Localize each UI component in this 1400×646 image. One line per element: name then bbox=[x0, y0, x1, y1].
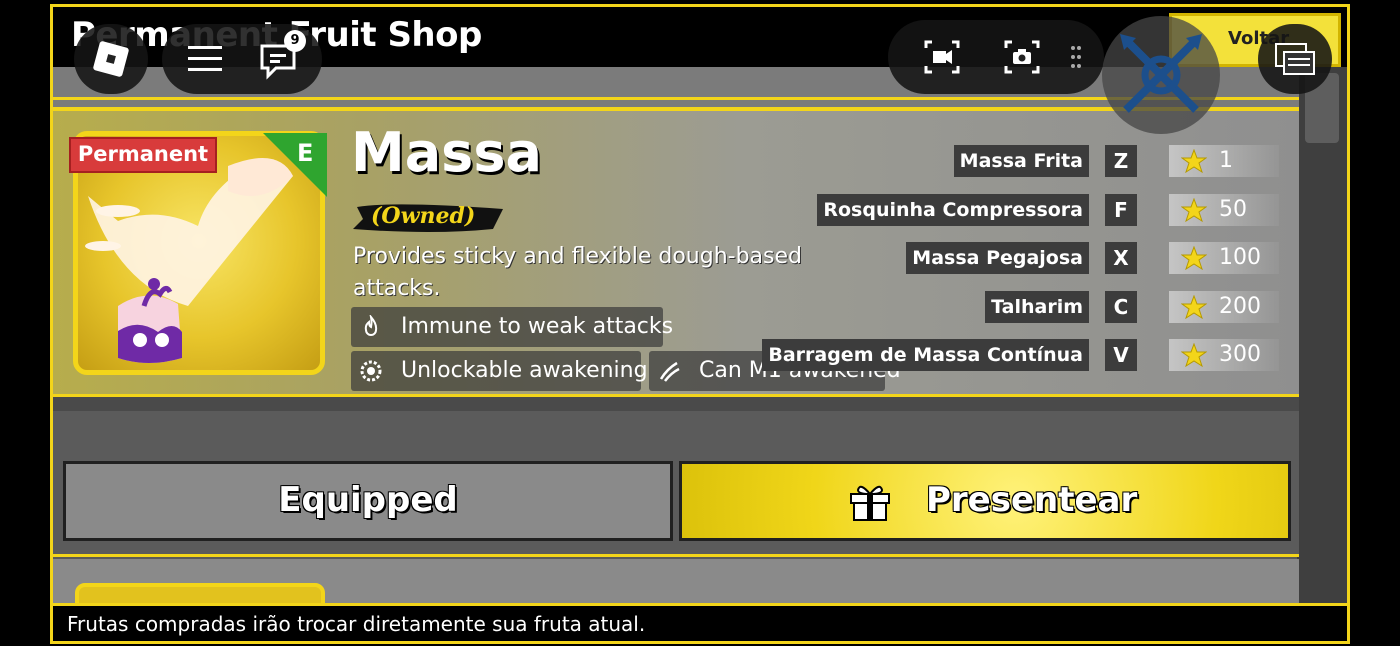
level-value: 100 bbox=[1219, 245, 1261, 270]
next-fruit-card bbox=[53, 559, 1299, 623]
notification-badge: 9 bbox=[284, 30, 306, 52]
move-key: X bbox=[1105, 242, 1137, 274]
move-level: 200 bbox=[1169, 291, 1279, 323]
capture-toolbar bbox=[888, 20, 1104, 94]
level-value: 1 bbox=[1219, 148, 1233, 173]
hamburger-menu-icon[interactable] bbox=[188, 44, 222, 74]
move-row: Barragem de Massa Contínua V 300 bbox=[762, 339, 1279, 371]
move-name: Massa Frita bbox=[953, 145, 1089, 177]
level-value: 300 bbox=[1219, 342, 1261, 367]
trait-label: Unlockable awakening bbox=[401, 358, 648, 383]
window-switch-button[interactable] bbox=[1258, 24, 1332, 94]
move-row: Massa Pegajosa X 100 bbox=[799, 242, 1279, 274]
trait-immune: Immune to weak attacks bbox=[351, 307, 673, 347]
purchase-notice: Frutas compradas irão trocar diretamente… bbox=[53, 603, 1347, 641]
trait-awakening: Unlockable awakening bbox=[351, 351, 648, 391]
fruit-description: Provides sticky and flexible dough-based… bbox=[353, 244, 803, 301]
move-key: V bbox=[1105, 339, 1137, 371]
equipped-button[interactable]: Equipped bbox=[63, 461, 673, 541]
star-icon bbox=[1181, 198, 1207, 222]
roblox-logo-icon bbox=[93, 41, 129, 77]
fruit-card: Permanent E Massa (Owned) Provides stick… bbox=[53, 111, 1299, 397]
move-level: 1 bbox=[1169, 145, 1279, 177]
star-icon bbox=[1181, 246, 1207, 270]
scrollbar[interactable] bbox=[1297, 67, 1347, 607]
flame-icon bbox=[364, 315, 378, 336]
crossed-weapons-icon bbox=[1120, 34, 1202, 113]
permanent-badge: Permanent bbox=[69, 137, 217, 173]
drag-handle-icon[interactable] bbox=[1070, 44, 1082, 70]
gift-icon bbox=[850, 485, 890, 521]
ability-button[interactable] bbox=[1102, 16, 1220, 134]
record-video-icon[interactable] bbox=[924, 40, 960, 74]
rarity-letter: E bbox=[297, 139, 314, 167]
move-name: Rosquinha Compressora bbox=[817, 194, 1089, 226]
move-row: Massa Frita Z 1 bbox=[799, 145, 1279, 177]
level-value: 200 bbox=[1219, 294, 1261, 319]
move-row: Talharim C 200 bbox=[799, 291, 1279, 323]
gift-label: Presentear bbox=[926, 480, 1138, 520]
move-key: C bbox=[1105, 291, 1137, 323]
trait-label: Immune to weak attacks bbox=[401, 314, 674, 339]
awakening-icon bbox=[360, 360, 382, 382]
owned-label: (Owned) bbox=[371, 203, 476, 229]
claw-icon bbox=[659, 361, 680, 382]
rarity-corner bbox=[263, 133, 327, 197]
gift-button[interactable]: Presentear bbox=[679, 461, 1291, 541]
move-name: Talharim bbox=[985, 291, 1089, 323]
action-row: Equipped Presentear bbox=[53, 397, 1299, 557]
star-icon bbox=[1181, 295, 1207, 319]
fruit-name: Massa bbox=[351, 121, 542, 184]
move-level: 100 bbox=[1169, 242, 1279, 274]
move-key: F bbox=[1105, 194, 1137, 226]
roblox-menu-button[interactable] bbox=[74, 24, 148, 94]
game-screen: Permanent Fruit Shop Voltar bbox=[0, 0, 1400, 646]
level-value: 50 bbox=[1219, 197, 1247, 222]
move-name: Barragem de Massa Contínua bbox=[762, 339, 1089, 371]
screenshot-icon[interactable] bbox=[1004, 40, 1040, 74]
move-row: Rosquinha Compressora F 50 bbox=[799, 194, 1279, 226]
star-icon bbox=[1181, 343, 1207, 367]
move-level: 50 bbox=[1169, 194, 1279, 226]
windows-icon bbox=[1275, 43, 1315, 75]
move-name: Massa Pegajosa bbox=[906, 242, 1089, 274]
star-icon bbox=[1181, 149, 1207, 173]
move-key: Z bbox=[1105, 145, 1137, 177]
move-level: 300 bbox=[1169, 339, 1279, 371]
